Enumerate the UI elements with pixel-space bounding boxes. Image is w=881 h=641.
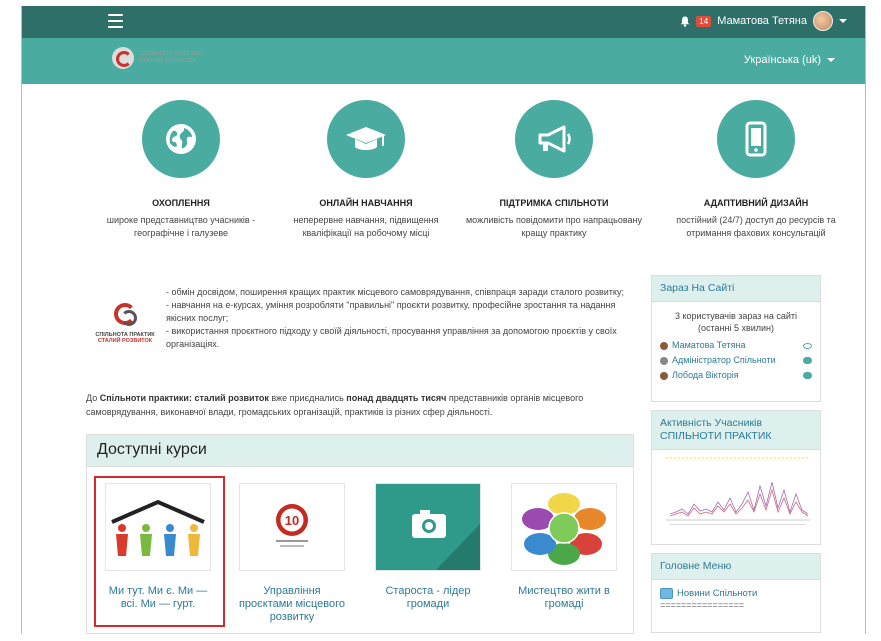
block-heading: Головне Меню — [652, 554, 820, 580]
course-image[interactable]: 10 — [239, 483, 345, 571]
intro-paragraph: До Спільноти практики: сталий розвиток в… — [86, 393, 584, 417]
feature-online-learning: ОНЛАЙН НАВЧАННЯ неперервне навчання, під… — [271, 100, 461, 240]
avatar — [660, 356, 668, 365]
course-title[interactable]: Староста - лідер громади — [373, 585, 483, 611]
online-info-text: 3 користувачів зараз на сайті (останні 5… — [674, 311, 798, 333]
menu-divider: ================ — [660, 600, 745, 610]
online-users-block: Зараз На Сайті 3 користувачів зараз на с… — [651, 275, 821, 402]
online-user: Лобода Вікторія — [660, 368, 812, 383]
activity-block: Активність Учасників СПІЛЬНОТИ ПРАКТИК — [651, 410, 821, 545]
logo-icon — [110, 300, 140, 330]
avatar — [660, 341, 668, 350]
courses-heading: Доступні курси — [87, 435, 633, 467]
user-name[interactable]: Маматова Тетяна — [717, 15, 807, 27]
language-label[interactable]: Українська (uk) — [744, 54, 821, 66]
mobile-icon — [717, 100, 795, 178]
online-user: Маматова Тетяна — [660, 338, 812, 353]
feature-text: широке представництво учасників - геогра… — [106, 215, 256, 238]
news-icon — [660, 588, 673, 599]
chevron-down-icon[interactable] — [839, 19, 847, 23]
course-image[interactable] — [511, 483, 617, 571]
site-logo[interactable]: СПІЛЬНОТА ПРАКТИК СТАЛИЙ РОЗВИТОК — [112, 47, 202, 69]
menu-toggle-icon[interactable] — [108, 14, 123, 28]
bullet-text: - навчання на е-курсах, уміння розроблят… — [166, 300, 616, 323]
top-navbar: 14 Маматова Тетяна — [22, 6, 865, 38]
features-section: ОХОПЛЕННЯ широке представництво учасникі… — [86, 100, 836, 250]
feature-adaptive-design: АДАПТИВНИЙ ДИЗАЙН постійний (24/7) досту… — [661, 100, 851, 240]
avatar[interactable] — [813, 11, 833, 31]
course-title[interactable]: Управління проєктами місцевого розвитку — [237, 585, 347, 624]
about-logo: СПІЛЬНОТА ПРАКТИК СТАЛИЙ РОЗВИТОК — [86, 300, 164, 344]
globe-icon — [142, 100, 220, 178]
feature-coverage: ОХОПЛЕННЯ широке представництво учасникі… — [86, 100, 276, 240]
course-card[interactable]: Мистецтво жити в громаді — [509, 483, 619, 611]
course-card[interactable]: Староста - лідер громади — [373, 483, 483, 611]
feature-text: можливість повідомити про напрацьовану к… — [465, 215, 642, 238]
menu-item-news[interactable]: Новини Спільноти — [660, 588, 812, 599]
course-image[interactable] — [375, 483, 481, 571]
activity-sparkline — [666, 457, 810, 525]
feature-community-support: ПІДТРИМКА СПІЛЬНОТИ можливість повідомит… — [459, 100, 649, 240]
language-selector[interactable]: Українська (uk) — [744, 54, 835, 66]
selected-course-highlight — [94, 476, 225, 627]
feature-title: ОХОПЛЕННЯ — [152, 198, 210, 208]
feature-text: неперервне навчання, підвищення кваліфік… — [293, 215, 439, 238]
main-menu-block: Головне Меню Новини Спільноти ==========… — [651, 553, 821, 633]
feature-title: ПІДТРИМКА СПІЛЬНОТИ — [499, 198, 609, 208]
feature-title: ОНЛАЙН НАВЧАННЯ — [319, 198, 413, 208]
eye-icon[interactable] — [803, 342, 812, 349]
user-link[interactable]: Маматова Тетяна — [660, 338, 745, 353]
bullet-text: - використання проєктного підходу у свої… — [166, 326, 617, 349]
message-icon[interactable] — [803, 357, 812, 364]
messages-badge[interactable]: 14 — [696, 15, 712, 27]
logo-icon — [112, 47, 134, 69]
bullet-text: - обмін досвідом, поширення кращих практ… — [166, 287, 624, 297]
user-link[interactable]: Адміністратор Спільноти — [660, 353, 776, 368]
brand-bar: СПІЛЬНОТА ПРАКТИК СТАЛИЙ РОЗВИТОК Україн… — [22, 38, 865, 84]
online-user: Адміністратор Спільноти — [660, 353, 812, 368]
megaphone-icon — [515, 100, 593, 178]
available-courses: Доступні курси Ми тут. Ми є. Ми — всі. М… — [86, 434, 634, 634]
message-icon[interactable] — [803, 372, 812, 379]
course-card[interactable]: 10 Управління проєктами місцевого розвит… — [237, 483, 347, 624]
right-sidebar: Зараз На Сайті 3 користувачів зараз на с… — [651, 275, 821, 641]
logo-subtext: СТАЛИЙ РОЗВИТОК — [97, 338, 153, 344]
block-heading: Активність Учасників СПІЛЬНОТИ ПРАКТИК — [652, 411, 820, 450]
bell-icon[interactable] — [680, 16, 690, 27]
logo-text: СПІЛЬНОТА ПРАКТИК СТАЛИЙ РОЗВИТОК — [139, 51, 202, 64]
feature-title: АДАПТИВНИЙ ДИЗАЙН — [703, 198, 809, 208]
block-heading: Зараз На Сайті — [652, 276, 820, 302]
course-title[interactable]: Мистецтво жити в громаді — [509, 585, 619, 611]
graduation-cap-icon — [327, 100, 405, 178]
svg-text:10: 10 — [285, 513, 299, 528]
avatar — [660, 371, 668, 380]
about-bullets: - обмін досвідом, поширення кращих практ… — [166, 286, 636, 351]
feature-text: постійний (24/7) доступ до ресурсів та о… — [676, 215, 836, 238]
user-link[interactable]: Лобода Вікторія — [660, 368, 739, 383]
chevron-down-icon — [827, 58, 835, 62]
user-menu[interactable]: 14 Маматова Тетяна — [680, 11, 847, 31]
